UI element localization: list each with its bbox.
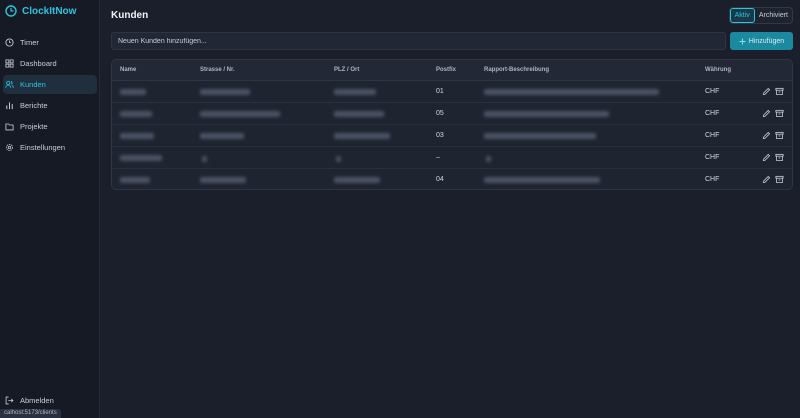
redacted-street xyxy=(202,156,207,162)
grid-icon xyxy=(5,59,14,68)
redacted-name xyxy=(120,111,152,117)
logout-icon xyxy=(5,396,14,405)
redacted-street xyxy=(200,111,280,117)
currency-cell: CHF xyxy=(705,176,720,183)
row-actions xyxy=(762,109,784,118)
edit-icon[interactable] xyxy=(762,87,771,96)
app-name: ClockItNow xyxy=(22,5,77,17)
add-client-input[interactable] xyxy=(111,32,726,50)
status-url-tooltip: calhost:5173/clients xyxy=(0,409,61,418)
redacted-zip-city xyxy=(334,177,380,183)
currency-cell: CHF xyxy=(705,88,720,95)
redacted-report-description xyxy=(484,89,659,95)
sidebar-item-projekte[interactable]: Projekte xyxy=(3,117,97,136)
archive-icon[interactable] xyxy=(775,109,784,118)
redacted-street xyxy=(200,89,250,95)
redacted-zip-city xyxy=(334,133,390,139)
sidebar-item-einstellungen[interactable]: Einstellungen xyxy=(3,138,97,157)
status-filter-toggle: Aktiv Archiviert xyxy=(728,7,793,24)
edit-icon[interactable] xyxy=(762,153,771,162)
users-icon xyxy=(5,80,14,88)
sidebar-item-label: Berichte xyxy=(20,101,48,110)
logout-label: Abmelden xyxy=(20,396,54,405)
column-header-street[interactable]: Strasse / Nr. xyxy=(200,60,235,81)
gear-icon xyxy=(6,144,13,151)
sidebar-item-label: Dashboard xyxy=(20,59,57,68)
sidebar-item-kunden[interactable]: Kunden xyxy=(3,75,97,94)
sidebar-item-timer[interactable]: Timer xyxy=(3,33,97,52)
bar-chart-icon xyxy=(6,102,13,110)
sidebar-item-label: Projekte xyxy=(20,122,48,131)
postfix-cell: 03 xyxy=(436,132,444,139)
redacted-street xyxy=(200,177,246,183)
clients-table: Name Strasse / Nr. PLZ / Ort Postfix Rap… xyxy=(111,59,793,190)
archive-icon[interactable] xyxy=(775,153,784,162)
column-header-name[interactable]: Name xyxy=(120,60,136,81)
table-row[interactable]: – CHF xyxy=(112,147,792,169)
archive-icon[interactable] xyxy=(775,131,784,140)
edit-icon[interactable] xyxy=(762,131,771,140)
redacted-name xyxy=(120,133,154,139)
add-client-button[interactable]: Hinzufügen xyxy=(730,32,793,50)
currency-cell: CHF xyxy=(705,132,720,139)
redacted-zip-city xyxy=(336,156,341,162)
app-logo[interactable]: ClockItNow xyxy=(5,5,76,17)
sidebar-item-dashboard[interactable]: Dashboard xyxy=(3,54,97,73)
archive-icon[interactable] xyxy=(775,87,784,96)
page-title: Kunden xyxy=(111,10,149,21)
table-row[interactable]: 03 CHF xyxy=(112,125,792,147)
redacted-report-description xyxy=(486,156,491,162)
row-actions xyxy=(762,153,784,162)
edit-icon[interactable] xyxy=(762,109,771,118)
redacted-name xyxy=(120,155,162,161)
table-header: Name Strasse / Nr. PLZ / Ort Postfix Rap… xyxy=(112,60,792,81)
sidebar-nav: Timer Dashboard Kunden Berichte Projekte… xyxy=(0,33,100,159)
table-row[interactable]: 01 CHF xyxy=(112,81,792,103)
currency-cell: CHF xyxy=(705,110,720,117)
sidebar-item-berichte[interactable]: Berichte xyxy=(3,96,97,115)
clock-logo-icon xyxy=(5,5,17,17)
column-header-postfix[interactable]: Postfix xyxy=(436,60,456,81)
logout-button[interactable]: Abmelden xyxy=(3,396,54,405)
column-header-zip-city[interactable]: PLZ / Ort xyxy=(334,60,359,81)
row-actions xyxy=(762,131,784,140)
table-row[interactable]: 04 CHF xyxy=(112,169,792,189)
table-row[interactable]: 05 CHF xyxy=(112,103,792,125)
edit-icon[interactable] xyxy=(762,175,771,184)
redacted-zip-city xyxy=(334,89,376,95)
column-header-report-description[interactable]: Rapport-Beschreibung xyxy=(484,60,549,81)
postfix-cell: 04 xyxy=(436,176,444,183)
sidebar: ClockItNow Timer Dashboard Kunden Berich… xyxy=(0,0,100,418)
archive-icon[interactable] xyxy=(775,175,784,184)
postfix-cell: 05 xyxy=(436,110,444,117)
redacted-name xyxy=(120,89,146,95)
sidebar-item-label: Einstellungen xyxy=(20,143,66,152)
redacted-report-description xyxy=(484,177,600,183)
row-actions xyxy=(762,175,784,184)
postfix-cell: 01 xyxy=(436,88,444,95)
redacted-zip-city xyxy=(334,111,384,117)
redacted-report-description xyxy=(484,111,609,117)
postfix-cell: – xyxy=(436,154,440,161)
filter-active-button[interactable]: Aktiv xyxy=(729,8,755,23)
currency-cell: CHF xyxy=(705,154,720,161)
sidebar-item-label: Timer xyxy=(20,38,39,47)
folder-icon xyxy=(5,123,14,131)
clock-icon xyxy=(5,38,14,47)
column-header-currency[interactable]: Währung xyxy=(705,60,731,81)
redacted-name xyxy=(120,177,150,183)
filter-archived-button[interactable]: Archiviert xyxy=(755,8,792,23)
redacted-street xyxy=(200,133,244,139)
row-actions xyxy=(762,87,784,96)
add-button-label: Hinzufügen xyxy=(748,37,785,45)
sidebar-item-label: Kunden xyxy=(20,80,46,89)
redacted-report-description xyxy=(484,133,596,139)
plus-icon xyxy=(739,38,746,44)
